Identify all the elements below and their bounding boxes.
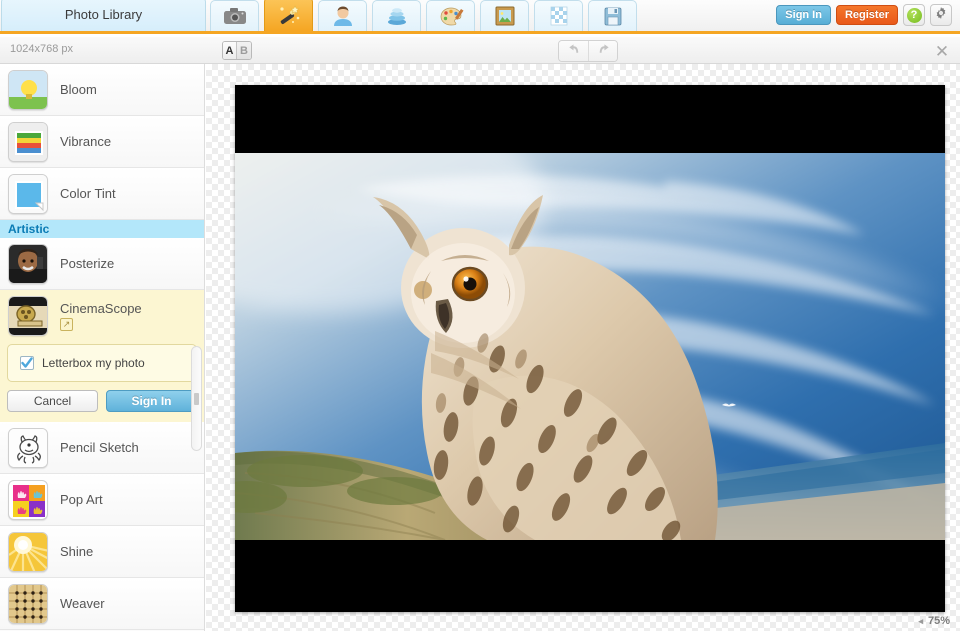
camera-icon bbox=[222, 5, 248, 27]
owl-photo bbox=[235, 153, 945, 540]
effect-item-weaver[interactable]: Weaver bbox=[0, 578, 204, 630]
layers-icon bbox=[384, 5, 410, 27]
vibrance-thumbnail bbox=[8, 122, 48, 162]
letterbox-option-row[interactable]: Letterbox my photo bbox=[7, 344, 197, 382]
redo-arrow-icon bbox=[596, 42, 611, 60]
save-tab[interactable] bbox=[588, 0, 637, 31]
effect-item-pencil-sketch[interactable]: Pencil Sketch bbox=[0, 422, 204, 474]
zoom-level-label: 75% bbox=[928, 615, 950, 627]
premium-badge-icon: ↗ bbox=[60, 318, 73, 331]
effect-label: Vibrance bbox=[60, 134, 111, 149]
cancel-button[interactable]: Cancel bbox=[7, 390, 98, 412]
letterbox-checkbox[interactable] bbox=[20, 356, 34, 370]
touchup-tab[interactable] bbox=[318, 0, 367, 31]
top-toolbar: Photo Library bbox=[0, 0, 960, 34]
photo-library-tab[interactable]: Photo Library bbox=[1, 0, 206, 31]
canvas-area[interactable]: ◂ 75% bbox=[206, 64, 960, 631]
pencil-sketch-thumbnail bbox=[8, 428, 48, 468]
shine-thumbnail bbox=[8, 532, 48, 572]
effect-item-shine[interactable]: Shine bbox=[0, 526, 204, 578]
effect-label: Shine bbox=[60, 544, 93, 559]
weaver-thumbnail bbox=[8, 584, 48, 624]
letterbox-option-label: Letterbox my photo bbox=[42, 356, 145, 370]
effect-label: Posterize bbox=[60, 256, 114, 271]
paint-tab[interactable] bbox=[426, 0, 475, 31]
bloom-thumbnail bbox=[8, 70, 48, 110]
letterbox-bar-bottom bbox=[235, 540, 945, 612]
photo-library-tab-label: Photo Library bbox=[65, 7, 142, 22]
category-header-artistic: Artistic bbox=[0, 220, 204, 238]
effect-label: Color Tint bbox=[60, 186, 116, 201]
effect-label: Bloom bbox=[60, 82, 97, 97]
ab-compare-toggle[interactable]: A B bbox=[222, 41, 252, 60]
close-panel-button[interactable]: ✕ bbox=[932, 41, 952, 61]
picture-frame-icon bbox=[492, 5, 518, 27]
photo-editor-app: Photo Library bbox=[0, 0, 960, 631]
effect-item-pop-art[interactable]: Pop Art bbox=[0, 474, 204, 526]
posterize-thumbnail bbox=[8, 244, 48, 284]
sign-in-button[interactable]: Sign In bbox=[776, 5, 831, 25]
sidebar-scrollbar[interactable] bbox=[191, 346, 202, 451]
effect-label: Pop Art bbox=[60, 492, 103, 507]
tool-tabs bbox=[210, 0, 642, 31]
cinemascope-actions: Cancel Sign In bbox=[0, 382, 204, 422]
camera-tab[interactable] bbox=[210, 0, 259, 31]
account-controls: Sign In Register ? bbox=[776, 4, 952, 26]
image-dimensions-label: 1024x768 px bbox=[10, 43, 73, 55]
zoom-indicator[interactable]: ◂ 75% bbox=[918, 615, 950, 627]
effects-sidebar[interactable]: Bloom Vibrance bbox=[0, 64, 205, 631]
frames-tab[interactable] bbox=[480, 0, 529, 31]
palette-icon bbox=[438, 5, 464, 27]
scrollbar-grip bbox=[194, 393, 199, 405]
letterbox-bar-top bbox=[235, 85, 945, 153]
layers-tab[interactable] bbox=[372, 0, 421, 31]
effect-item-cinemascope[interactable]: CinemaScope ↗ Letterbox my photo Cancel … bbox=[0, 290, 204, 422]
gear-icon bbox=[934, 6, 948, 25]
effects-tab[interactable] bbox=[264, 0, 313, 31]
textures-tab[interactable] bbox=[534, 0, 583, 31]
register-button[interactable]: Register bbox=[836, 5, 898, 25]
effect-item-bloom[interactable]: Bloom bbox=[0, 64, 204, 116]
undo-button[interactable] bbox=[559, 41, 588, 61]
checkerboard-icon bbox=[546, 5, 572, 27]
zoom-decrease-icon[interactable]: ◂ bbox=[918, 616, 923, 627]
cinemascope-thumbnail bbox=[8, 296, 48, 336]
effect-item-color-tint[interactable]: Color Tint bbox=[0, 168, 204, 220]
cinemascope-label-group: CinemaScope ↗ bbox=[60, 301, 142, 331]
undo-redo-group bbox=[558, 40, 618, 62]
category-label: Artistic bbox=[8, 222, 49, 236]
redo-button[interactable] bbox=[588, 41, 617, 61]
effect-label: Weaver bbox=[60, 596, 105, 611]
pop-art-thumbnail bbox=[8, 480, 48, 520]
effect-item-vibrance[interactable]: Vibrance bbox=[0, 116, 204, 168]
help-button[interactable]: ? bbox=[903, 4, 925, 26]
magic-wand-icon bbox=[276, 4, 302, 26]
sub-toolbar: 1024x768 px A B ✕ bbox=[0, 37, 960, 64]
compare-b-button[interactable]: B bbox=[237, 42, 251, 59]
person-icon bbox=[330, 5, 356, 27]
cinemascope-row[interactable]: CinemaScope ↗ bbox=[0, 290, 204, 342]
effect-label: Pencil Sketch bbox=[60, 440, 139, 455]
panel-sign-in-button[interactable]: Sign In bbox=[106, 390, 197, 412]
floppy-disk-icon bbox=[600, 5, 626, 27]
color-tint-thumbnail bbox=[8, 174, 48, 214]
effect-label: CinemaScope bbox=[60, 301, 142, 316]
compare-a-button[interactable]: A bbox=[223, 42, 237, 59]
settings-button[interactable] bbox=[930, 4, 952, 26]
undo-arrow-icon bbox=[566, 42, 581, 60]
question-mark-icon: ? bbox=[907, 8, 922, 23]
photo-canvas[interactable] bbox=[235, 85, 945, 612]
effect-item-posterize[interactable]: Posterize bbox=[0, 238, 204, 290]
